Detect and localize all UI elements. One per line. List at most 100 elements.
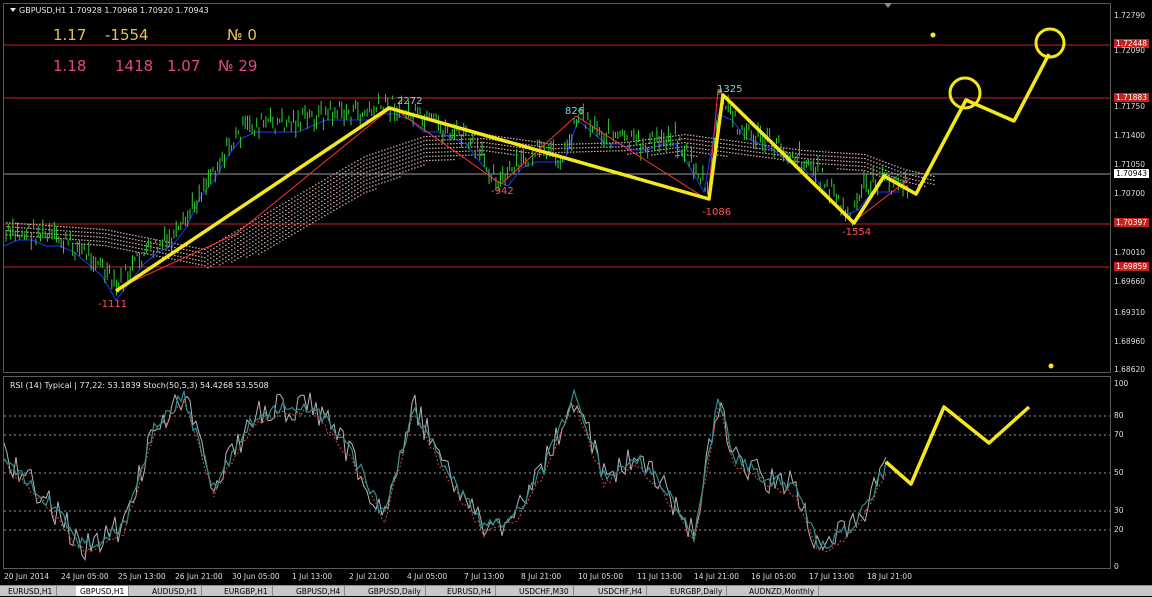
cloud-dot bbox=[405, 154, 407, 156]
price-chart-pane[interactable]: -1111 2272 -942 826 1325 -1086 -1554 GBPUSD,H1… bbox=[3, 3, 1111, 373]
cloud-dot bbox=[435, 147, 437, 149]
cloud-dot bbox=[375, 172, 377, 174]
cloud-dot bbox=[423, 164, 425, 166]
cloud-dot bbox=[705, 148, 707, 150]
cloud-dot bbox=[726, 139, 728, 141]
cloud-dot bbox=[201, 256, 203, 258]
cloud-dot bbox=[267, 232, 269, 234]
cloud-dot bbox=[105, 245, 107, 247]
price-tick: 1.72790 bbox=[1114, 11, 1146, 20]
cloud-dot bbox=[120, 232, 122, 234]
cloud-dot bbox=[357, 164, 359, 166]
cloud-dot bbox=[738, 141, 740, 143]
cloud-dot bbox=[630, 153, 632, 155]
cloud-dot bbox=[435, 139, 437, 141]
cloud-dot bbox=[213, 251, 215, 253]
cloud-dot bbox=[321, 192, 323, 194]
cloud-dot bbox=[810, 154, 812, 156]
cloud-dot bbox=[816, 150, 818, 152]
cloud-dot bbox=[852, 161, 854, 163]
cloud-dot bbox=[285, 237, 287, 239]
cloud-dot bbox=[435, 159, 437, 161]
cloud-dot bbox=[699, 136, 701, 138]
cloud-dot bbox=[411, 168, 413, 170]
triangle-down-icon[interactable] bbox=[10, 8, 16, 12]
cloud-dot bbox=[78, 235, 80, 237]
cloud-dot bbox=[126, 249, 128, 251]
cloud-dot bbox=[282, 227, 284, 229]
cloud-dot bbox=[342, 172, 344, 174]
cloud-dot bbox=[24, 223, 26, 225]
cloud-dot bbox=[927, 178, 929, 180]
cloud-dot bbox=[264, 250, 266, 252]
indicator-canvas[interactable] bbox=[4, 377, 1112, 570]
cloud-dot bbox=[564, 151, 566, 153]
cloud-dot bbox=[138, 239, 140, 241]
cloud-dot bbox=[141, 248, 143, 250]
cloud-dot bbox=[708, 141, 710, 143]
cloud-dot bbox=[276, 215, 278, 217]
cloud-dot bbox=[327, 197, 329, 199]
cloud-dot bbox=[57, 233, 59, 235]
cloud-dot bbox=[402, 155, 404, 157]
cloud-dot bbox=[207, 259, 209, 261]
cloud-dot bbox=[336, 184, 338, 186]
cloud-dot bbox=[333, 205, 335, 208]
cloud-dot bbox=[843, 164, 845, 166]
cloud-dot bbox=[432, 155, 434, 157]
cloud-dot bbox=[153, 250, 155, 252]
cloud-dot bbox=[651, 146, 653, 148]
cloud-dot bbox=[435, 155, 437, 157]
cloud-dot bbox=[132, 238, 134, 240]
cloud-dot bbox=[573, 143, 575, 145]
cloud-dot bbox=[228, 235, 230, 237]
cloud-dot bbox=[387, 164, 389, 166]
cloud-dot bbox=[636, 152, 638, 154]
cloud-dot bbox=[648, 142, 650, 144]
cloud-dot bbox=[105, 229, 107, 231]
cloud-dot bbox=[828, 151, 830, 153]
cloud-dot bbox=[93, 236, 95, 238]
cloud-dot bbox=[309, 195, 311, 197]
cloud-dot bbox=[327, 177, 329, 179]
cloud-dot bbox=[294, 204, 296, 206]
cloud-dot bbox=[303, 203, 305, 205]
cloud-dot bbox=[129, 238, 131, 240]
cloud-dot bbox=[462, 150, 464, 152]
cloud-dot bbox=[237, 229, 239, 231]
cloud-dot bbox=[174, 255, 176, 257]
indicator-pane[interactable]: RSI (14) Typical | 77,22: 53.1839 Stoch(… bbox=[3, 376, 1111, 569]
cloud-dot bbox=[378, 167, 380, 169]
cloud-dot bbox=[156, 239, 158, 241]
cloud-dot bbox=[354, 185, 356, 187]
price-axis[interactable]: 1.72790 1.72448 1.72090 1.71883 1.71750 … bbox=[1111, 3, 1152, 571]
cloud-dot bbox=[696, 147, 698, 149]
cloud-dot bbox=[840, 156, 842, 158]
cloud-dot bbox=[927, 182, 929, 184]
cloud-dot bbox=[135, 239, 137, 241]
cloud-dot bbox=[267, 228, 269, 230]
cloud-dot bbox=[420, 141, 422, 143]
cloud-dot bbox=[195, 263, 197, 265]
triangle-down-icon[interactable] bbox=[884, 3, 892, 8]
cloud-dot bbox=[426, 139, 428, 142]
cloud-dot bbox=[234, 247, 236, 249]
cloud-dot bbox=[336, 208, 338, 210]
cloud-dot bbox=[507, 145, 509, 147]
cloud-dot bbox=[672, 139, 674, 141]
cloud-dot bbox=[720, 138, 722, 140]
cloud-dot bbox=[333, 209, 335, 212]
cloud-dot bbox=[375, 160, 377, 162]
cloud-dot bbox=[420, 145, 422, 147]
cloud-dot bbox=[297, 230, 299, 232]
cloud-dot bbox=[501, 136, 503, 138]
cloud-dot bbox=[291, 202, 293, 204]
cloud-dot bbox=[489, 146, 491, 148]
cloud-dot bbox=[258, 245, 260, 247]
cloud-dot bbox=[270, 230, 272, 232]
cloud-dot bbox=[342, 200, 344, 202]
cloud-dot bbox=[585, 147, 587, 149]
cloud-dot bbox=[390, 151, 392, 153]
cloud-dot bbox=[861, 157, 863, 159]
cloud-dot bbox=[837, 160, 839, 162]
